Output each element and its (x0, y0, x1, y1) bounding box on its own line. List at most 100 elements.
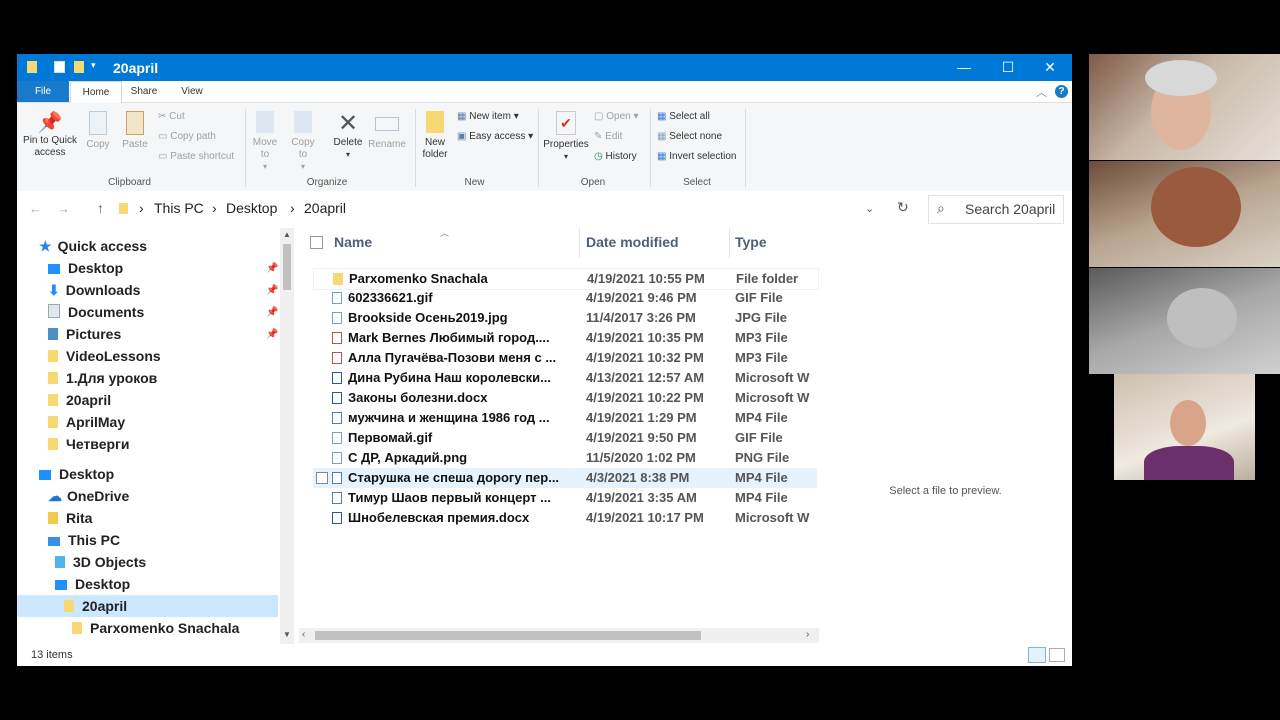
collapse-ribbon-icon[interactable]: ︿ (1036, 84, 1047, 100)
invert-selection-button[interactable]: ▦ Select noneInvert selection (657, 151, 737, 163)
desktop-icon (39, 470, 51, 480)
new-folder-qa-icon[interactable] (74, 61, 84, 73)
pin-quick-access-button[interactable]: 📌 Pin to Quick access (21, 111, 79, 159)
sidebar-item-aprilmay[interactable]: AprilMay (48, 411, 125, 433)
copy-path-button[interactable]: ▭ Copy path (158, 131, 216, 143)
sidebar-item-quick-access[interactable]: ★ Quick access (39, 235, 147, 257)
close-button[interactable]: ✕ (1028, 54, 1072, 81)
sidebar-item-20april[interactable]: 20april (48, 389, 111, 411)
scroll-left-icon[interactable]: ‹ (302, 629, 305, 640)
file-row[interactable]: Parxomenko Snachala 4/19/2021 10:55 PM Fil… (313, 268, 819, 290)
tab-view[interactable]: View (170, 81, 214, 102)
select-none-button[interactable]: ▦ Select none (657, 131, 722, 143)
details-view-icon[interactable] (1028, 647, 1046, 663)
sidebar-item-documents[interactable]: Documents (48, 301, 144, 323)
rename-button[interactable]: Rename (367, 111, 407, 151)
file-row[interactable]: С ДР, Аркадий.png 11/5/2020 1:02 PM PNG Fi… (313, 448, 817, 468)
properties-qa-icon[interactable] (54, 61, 65, 73)
copy-to-button[interactable]: Copy to ▾ (288, 111, 318, 173)
column-header-name[interactable]: Name (334, 234, 372, 250)
pin-icon[interactable]: 📌 (266, 329, 278, 340)
refresh-icon[interactable]: ↻ (897, 199, 909, 216)
file-row[interactable]: Алла Пугачёва-Позови меня с ... 4/19/2021… (313, 348, 817, 368)
sidebar-item-label: VideoLessons (66, 348, 161, 364)
breadcrumb-desktop[interactable]: Desktop (226, 200, 277, 216)
delete-button[interactable]: ✕ Delete ▾ (331, 111, 365, 161)
scroll-up-icon[interactable]: ▲ (283, 230, 291, 239)
scroll-down-icon[interactable]: ▼ (283, 630, 291, 639)
file-row[interactable]: Mark Bernes Любимый город.... 4/19/2021 1… (313, 328, 817, 348)
tab-home[interactable]: Home (70, 81, 122, 104)
customize-qa-icon[interactable]: ▾ (91, 60, 96, 71)
sidebar-item-label: OneDrive (67, 488, 130, 504)
cut-button[interactable]: ✂ Cut (158, 111, 185, 123)
sidebar-item-rita[interactable]: Rita (48, 507, 92, 529)
pin-icon[interactable]: 📌 (266, 263, 278, 274)
file-row[interactable]: Дина Рубина Наш королевски... 4/13/2021 1… (313, 368, 817, 388)
row-checkbox[interactable] (316, 472, 328, 484)
up-arrow-icon[interactable]: ↑ (97, 200, 104, 216)
sidebar-item-videolessons[interactable]: VideoLessons (48, 345, 161, 367)
file-row[interactable]: Brookside Осень2019.jpg 11/4/2017 3:26 PM… (313, 308, 817, 328)
forward-arrow-icon[interactable]: → (57, 201, 70, 216)
search-box[interactable]: ⌕ Search 20april (928, 195, 1064, 224)
file-date: 11/5/2020 1:02 PM (586, 450, 696, 465)
copy-button[interactable]: Copy (83, 111, 113, 151)
sidebar-item-downloads[interactable]: ⬇ Downloads (48, 279, 140, 301)
maximize-button[interactable]: ☐ (986, 54, 1030, 81)
file-row[interactable]: 602336621.gif 4/19/2021 9:46 PM GIF File (313, 288, 817, 308)
sidebar-item-20april-selected[interactable]: 20april (17, 595, 278, 617)
back-arrow-icon[interactable]: ← (29, 201, 42, 216)
paste-shortcut-button[interactable]: ▭ Paste shortcut (158, 151, 234, 163)
nav-scrollbar[interactable]: ▲ ▼ (280, 228, 294, 644)
sidebar-item-desktop-root[interactable]: Desktop (39, 463, 114, 485)
file-row[interactable]: мужчина и женщина 1986 год ... 4/19/2021 … (313, 408, 817, 428)
move-to-button[interactable]: Move to ▾ (250, 111, 280, 173)
paste-button[interactable]: Paste (120, 111, 150, 151)
horizontal-scrollbar[interactable]: ‹ › (299, 628, 819, 643)
column-header-date[interactable]: Date modified (586, 234, 679, 250)
large-icons-view-icon[interactable] (1049, 648, 1065, 662)
tab-share[interactable]: Share (122, 81, 166, 102)
select-all-button[interactable]: ▦ Select all (657, 111, 710, 123)
sidebar-item-pc-desktop[interactable]: Desktop (55, 573, 130, 595)
move-to-icon (256, 111, 274, 133)
easy-access-button[interactable]: ▣ Easy access ▾ (457, 131, 533, 143)
sidebar-item-onedrive[interactable]: ☁ OneDrive (48, 485, 129, 507)
file-date: 4/19/2021 9:50 PM (586, 430, 697, 445)
history-button[interactable]: ◷ History (594, 151, 637, 163)
scroll-thumb[interactable] (315, 631, 701, 640)
file-row-hover[interactable]: Старушка не спеша дорогу пер... 4/3/2021 … (313, 468, 817, 488)
select-all-checkbox[interactable] (310, 236, 323, 249)
file-row[interactable]: Законы болезни.docx 4/19/2021 10:22 PM Mic… (313, 388, 817, 408)
address-dropdown-icon[interactable]: ⌄ (865, 202, 874, 215)
scroll-right-icon[interactable]: › (806, 629, 809, 640)
properties-button[interactable]: ✔ Properties ▾ (543, 111, 589, 163)
help-icon[interactable]: ? (1055, 85, 1068, 98)
sidebar-item-3d-objects[interactable]: 3D Objects (55, 551, 146, 573)
pin-icon[interactable]: 📌 (266, 285, 278, 296)
sidebar-item-desktop[interactable]: Desktop (48, 257, 123, 279)
sidebar-item-pictures[interactable]: Pictures (48, 323, 121, 345)
tab-file[interactable]: File (17, 81, 69, 102)
minimize-button[interactable]: — (942, 54, 986, 81)
new-folder-button[interactable]: New folder (419, 111, 451, 161)
open-button[interactable]: ▢ Open ▾ (594, 111, 639, 123)
sidebar-item-dlya-urokov[interactable]: 1.Для уроков (48, 367, 157, 389)
edit-button[interactable]: ✎ Edit (594, 131, 622, 143)
breadcrumb-20april[interactable]: 20april (304, 200, 346, 216)
file-row[interactable]: Шнобелевская премия.docx 4/19/2021 10:17 … (313, 508, 817, 528)
file-name: Parxomenko Snachala (349, 271, 488, 286)
pin-icon[interactable]: 📌 (266, 307, 278, 318)
sidebar-item-parxomenko[interactable]: Parxomenko Snachala (72, 617, 239, 639)
file-row[interactable]: Тимур Шаов первый концерт ... 4/19/2021 3… (313, 488, 817, 508)
scroll-thumb[interactable] (283, 244, 291, 290)
breadcrumb-this-pc[interactable]: This PC (154, 200, 204, 216)
new-item-button[interactable]: ▦ New item ▾ (457, 111, 519, 123)
group-open: Open (580, 177, 606, 188)
sidebar-item-chetvergi[interactable]: Четверги (48, 433, 130, 455)
file-row[interactable]: Первомай.gif 4/19/2021 9:50 PM GIF File (313, 428, 817, 448)
column-header-type[interactable]: Type (735, 234, 767, 250)
sidebar-item-this-pc[interactable]: This PC (48, 529, 120, 551)
clipboard-icon (126, 111, 144, 135)
